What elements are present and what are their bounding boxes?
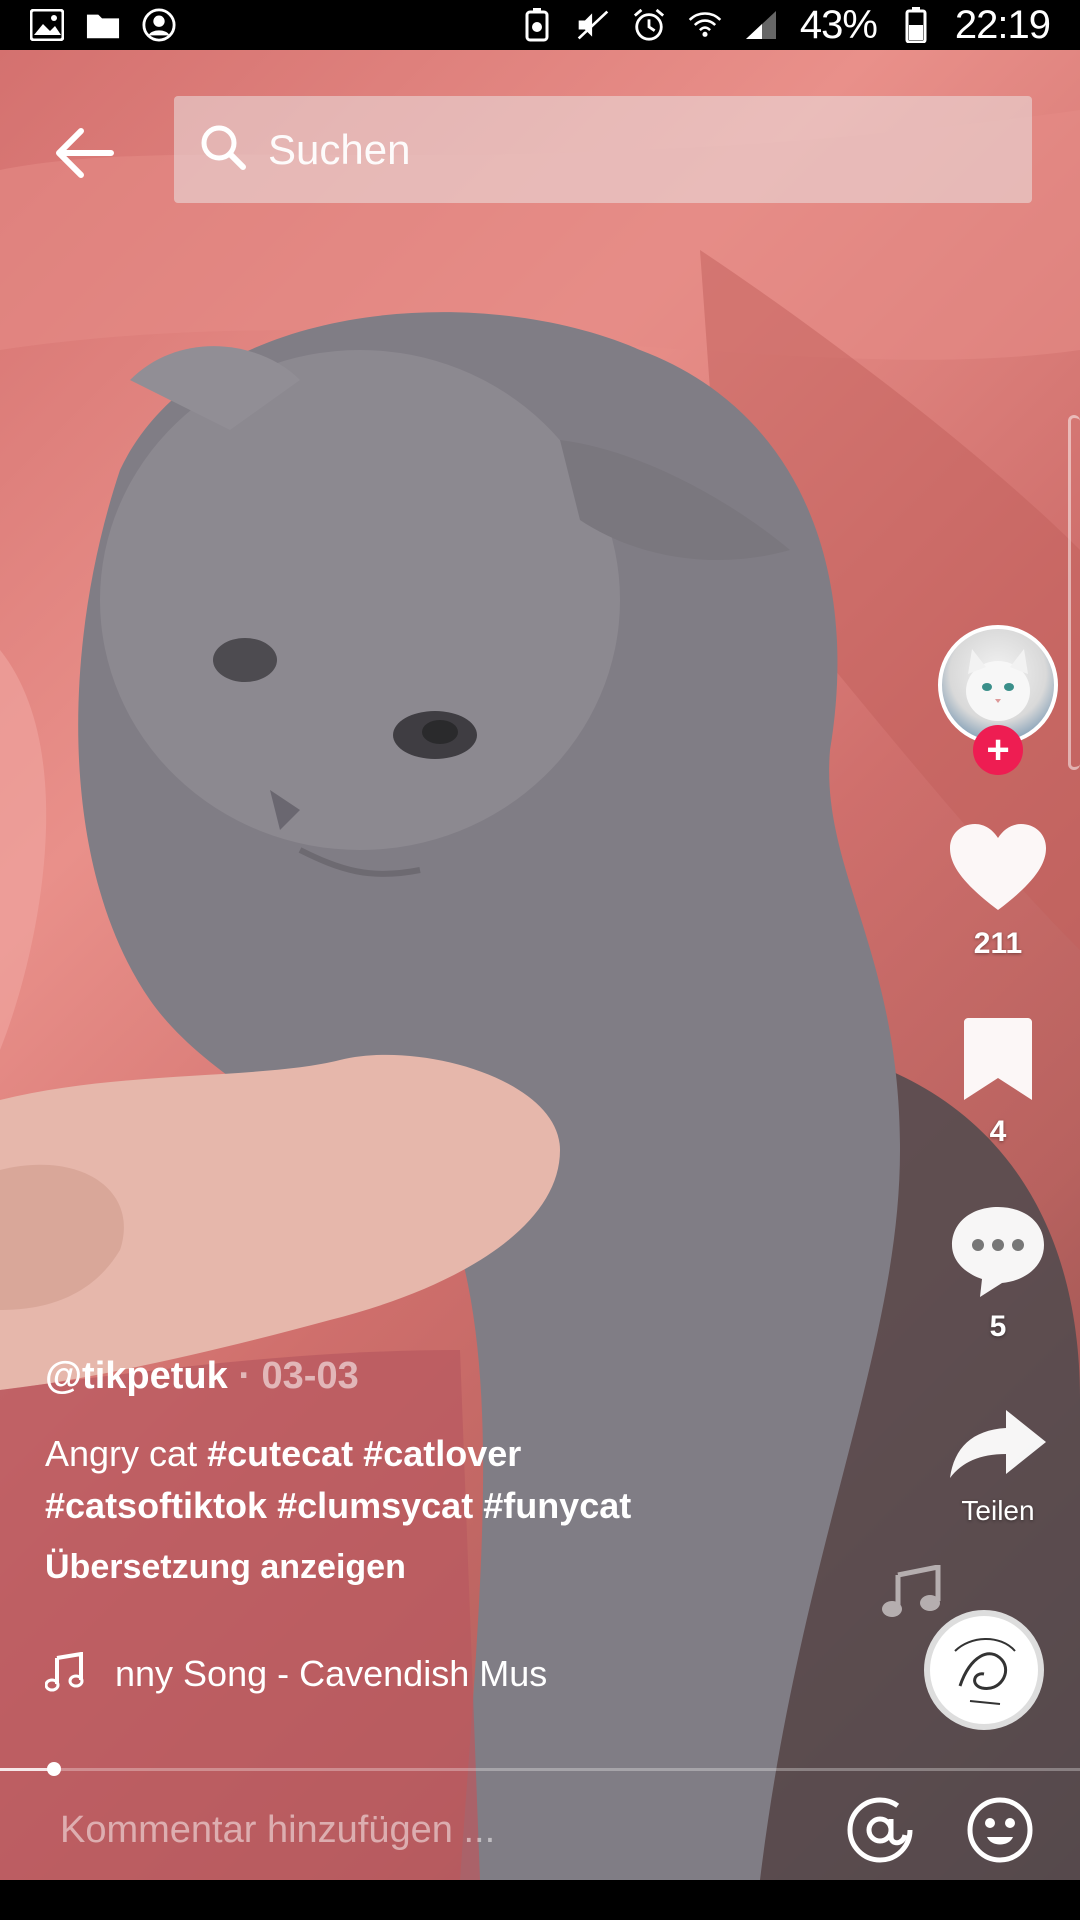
mention-icon[interactable] xyxy=(840,1790,920,1870)
status-bar: 43% 22:19 xyxy=(0,0,1080,50)
video-description: Angry cat #cutecat #catlover #catsoftikt… xyxy=(45,1428,805,1532)
recycle-icon xyxy=(520,8,554,42)
bookmark-icon xyxy=(962,1018,1034,1106)
folder-icon xyxy=(86,8,120,42)
separator: · xyxy=(238,1355,251,1397)
alarm-icon xyxy=(632,8,666,42)
arrow-left-icon xyxy=(55,127,115,184)
creator-avatar[interactable]: + xyxy=(938,625,1058,775)
navigation-bar xyxy=(0,1880,1080,1920)
clock: 22:19 xyxy=(954,2,1051,47)
translate-button[interactable]: Übersetzung anzeigen xyxy=(45,1548,805,1587)
emoji-icon[interactable] xyxy=(960,1790,1040,1870)
share-label: Teilen xyxy=(961,1495,1035,1526)
scroll-indicator xyxy=(1068,415,1080,770)
comment-bubble-icon xyxy=(950,1207,1046,1301)
progress-handle[interactable] xyxy=(47,1762,61,1776)
mute-icon xyxy=(576,8,610,42)
author-line: @tikpetuk · 03-03 xyxy=(45,1355,805,1398)
comment-button[interactable]: 5 xyxy=(930,1205,1066,1344)
battery-percent: 43% xyxy=(799,2,878,47)
back-button[interactable] xyxy=(55,115,155,195)
music-marquee[interactable]: nny Song - Cavendish Mus xyxy=(44,1648,765,1700)
search-input[interactable]: Suchen xyxy=(174,96,1032,203)
search-icon xyxy=(198,122,248,177)
heart-icon xyxy=(948,824,1048,918)
signal-icon xyxy=(744,8,778,42)
share-button[interactable]: Teilen xyxy=(930,1408,1066,1527)
hashtags-line-2[interactable]: #catsoftiktok #clumsycat #funycat xyxy=(45,1485,631,1526)
like-count: 211 xyxy=(973,927,1023,960)
progress-fill xyxy=(0,1768,54,1771)
like-button[interactable]: 211 xyxy=(930,822,1066,961)
author-username[interactable]: @tikpetuk xyxy=(45,1355,228,1397)
search-placeholder: Suchen xyxy=(268,125,411,173)
tiktok-video-screen: 43% 22:19 Suchen + 211 4 5 Teilen @tikpe… xyxy=(0,0,1080,1920)
music-note-icon xyxy=(878,1563,942,1626)
description-text: Angry cat xyxy=(45,1433,198,1474)
hashtags-line-1[interactable]: #cutecat #catlover xyxy=(207,1433,521,1474)
battery-icon xyxy=(899,7,933,43)
post-date: 03-03 xyxy=(261,1355,359,1397)
gallery-icon xyxy=(30,8,64,42)
wifi-icon xyxy=(688,8,722,42)
comment-count: 5 xyxy=(989,1310,1007,1343)
music-title: nny Song - Cavendish Mus xyxy=(115,1653,548,1694)
save-count: 4 xyxy=(989,1115,1007,1148)
video-progress-bar[interactable] xyxy=(0,1762,1080,1776)
account-icon xyxy=(142,8,176,42)
comment-bar[interactable]: Kommentar hinzufügen ... xyxy=(0,1780,1080,1880)
comment-input[interactable]: Kommentar hinzufügen ... xyxy=(60,1809,840,1852)
sound-disc[interactable] xyxy=(924,1610,1044,1730)
save-button[interactable]: 4 xyxy=(930,1018,1066,1149)
video-caption: @tikpetuk · 03-03 Angry cat #cutecat #ca… xyxy=(45,1355,805,1587)
music-note-icon xyxy=(44,1651,85,1697)
follow-button[interactable]: + xyxy=(973,725,1023,775)
share-arrow-icon xyxy=(948,1410,1048,1484)
